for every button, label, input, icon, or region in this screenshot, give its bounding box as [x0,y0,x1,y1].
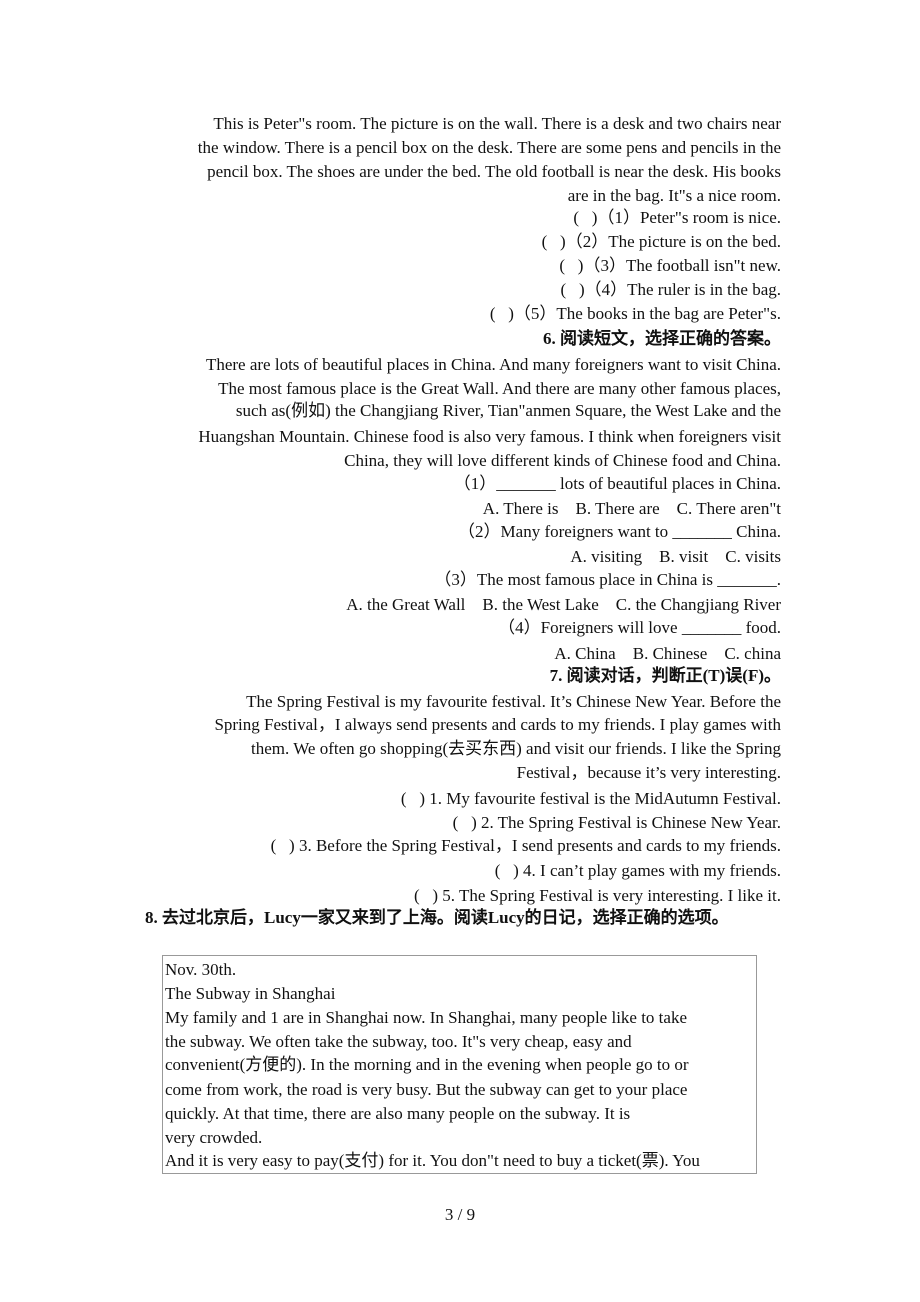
question: ( ) 3. Before the Spring Festival，I send… [270,836,781,855]
question: ( )（5）The books in the bag are Peter"s. [489,304,781,323]
passage-line: them. We often go shopping(去买东西) and vis… [251,739,781,758]
diary-line: come from work, the road is very busy. B… [165,1080,688,1099]
passage-line: Festival，because it’s very interesting. [516,763,781,782]
question: ( ) 2. The Spring Festival is Chinese Ne… [452,813,781,832]
passage-line: The most famous place is the Great Wall.… [218,379,781,398]
diary-line: very crowded. [165,1128,263,1147]
diary-title: The Subway in Shanghai [165,984,336,1003]
section-heading: 7. 阅读对话，判断正(T)误(F)。 [549,666,781,685]
section-8-heading: 8. 去过北京后，Lucy一家又来到了上海。阅读Lucy的日记，选择正确的选项。 [145,908,729,927]
passage-line: This is Peter"s room. The picture is on … [213,114,781,133]
passage-line: are in the bag. It"s a nice room. [567,186,781,205]
page-number: 3 / 9 [444,1205,476,1224]
diary-date: Nov. 30th. [165,960,237,979]
answer-options: A. visiting B. visit C. visits [570,547,781,566]
passage-line: such as(例如) the Changjiang River, Tian"a… [235,401,781,420]
answer-options: A. the Great Wall B. the West Lake C. th… [346,595,781,614]
question: ( )（4）The ruler is in the bag. [560,280,781,299]
diary-box: Nov. 30th. The Subway in Shanghai My famil… [162,955,757,1174]
question: （1）_______ lots of beautiful places in C… [453,474,781,493]
question: ( )（2）The picture is on the bed. [541,232,781,251]
section-heading: 6. 阅读短文，选择正确的答案。 [543,329,781,348]
passage-line: Spring Festival，I always send presents a… [214,715,781,734]
question: ( ) 4. I can’t play games with my friend… [494,861,781,880]
passage-line: China, they will love different kinds of… [344,451,781,470]
passage-line: There are lots of beautiful places in Ch… [205,355,781,374]
diary-line: the subway. We often take the subway, to… [165,1032,632,1051]
question: （3）The most famous place in China is ___… [434,570,781,589]
answer-options: A. There is B. There are C. There aren"t [482,499,781,518]
question: ( ) 1. My favourite festival is the MidA… [400,789,781,808]
diary-line: And it is very easy to pay(支付) for it. Y… [165,1151,700,1170]
answer-options: A. China B. Chinese C. china [554,644,781,663]
diary-line: quickly. At that time, there are also ma… [165,1104,631,1123]
diary-line: convenient(方便的). In the morning and in t… [165,1055,689,1074]
passage-line: The Spring Festival is my favourite fest… [246,692,781,711]
passage-line: the window. There is a pencil box on the… [197,138,781,157]
question: （2）Many foreigners want to _______ China… [458,522,781,541]
question: ( )（1）Peter"s room is nice. [573,208,781,227]
question: （4）Foreigners will love _______ food. [498,618,781,637]
question: ( ) 5. The Spring Festival is very inter… [413,886,781,905]
question: ( )（3）The football isn"t new. [559,256,781,275]
passage-line: pencil box. The shoes are under the bed.… [207,162,781,181]
diary-line: My family and 1 are in Shanghai now. In … [165,1008,687,1027]
passage-line: Huangshan Mountain. Chinese food is also… [198,427,781,446]
